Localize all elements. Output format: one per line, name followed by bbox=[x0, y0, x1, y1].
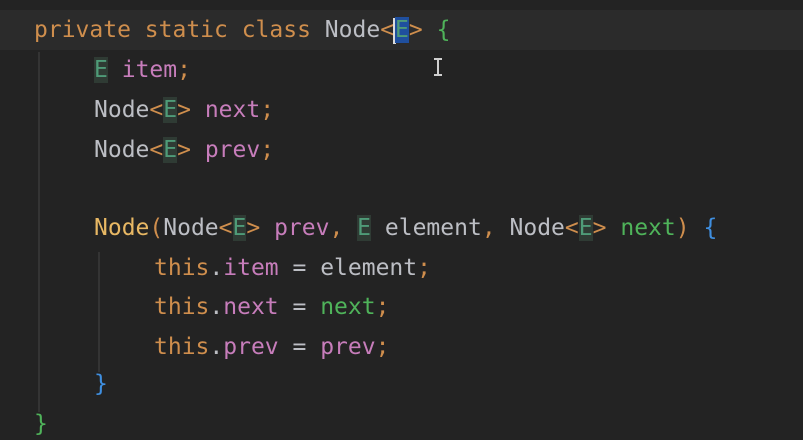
text-cursor-icon bbox=[434, 58, 444, 76]
code-token: Node bbox=[163, 215, 219, 241]
code-token: this bbox=[154, 294, 210, 320]
code-token: E bbox=[94, 57, 108, 83]
code-line-1[interactable]: private static class Node<E> { bbox=[0, 10, 450, 50]
code-token: this bbox=[154, 255, 210, 281]
code-token: prev bbox=[223, 334, 279, 360]
code-token: ; bbox=[375, 294, 390, 320]
code-token: E bbox=[163, 137, 178, 163]
code-token: ; bbox=[177, 57, 191, 83]
code-token: } bbox=[94, 371, 108, 397]
code-token: E bbox=[357, 215, 372, 241]
code-token: < bbox=[218, 215, 233, 241]
code-token: private static class bbox=[34, 17, 325, 43]
code-token: next bbox=[320, 294, 376, 320]
code-token: E bbox=[163, 97, 178, 123]
code-token: Node bbox=[94, 137, 150, 163]
code-line-6[interactable]: Node(Node<E> prev, E element, Node<E> ne… bbox=[0, 208, 717, 248]
code-token: . bbox=[209, 334, 224, 360]
code-token: ; bbox=[260, 137, 275, 163]
code-token: E bbox=[578, 215, 593, 241]
code-token: element bbox=[320, 255, 418, 281]
code-token: { bbox=[703, 215, 718, 241]
code-token: Node bbox=[94, 97, 150, 123]
code-token: , bbox=[481, 215, 510, 241]
code-token: this bbox=[154, 334, 210, 360]
code-token: , bbox=[329, 215, 358, 241]
code-token: ) bbox=[675, 215, 690, 241]
code-token: . bbox=[209, 294, 224, 320]
code-token: element bbox=[371, 215, 482, 241]
code-token: = bbox=[278, 255, 321, 281]
code-editor[interactable]: private static class Node<E> { E item; N… bbox=[0, 0, 803, 440]
code-line-7[interactable]: this.item = element; bbox=[0, 248, 431, 288]
code-token: prev bbox=[274, 215, 330, 241]
code-token: ; bbox=[375, 334, 390, 360]
selected-type-parameter: E bbox=[395, 17, 409, 43]
code-line-5[interactable] bbox=[0, 170, 94, 210]
code-token: next bbox=[620, 215, 676, 241]
code-token: . bbox=[209, 255, 224, 281]
code-token: > bbox=[177, 97, 191, 123]
code-token: ; bbox=[260, 97, 275, 123]
code-token: > bbox=[177, 137, 191, 163]
code-line-3[interactable]: Node<E> next; bbox=[0, 90, 274, 130]
code-token: prev bbox=[204, 137, 261, 163]
code-token: = bbox=[278, 294, 321, 320]
code-token: < bbox=[380, 17, 395, 43]
code-token: { bbox=[436, 17, 451, 43]
code-line-10[interactable]: } bbox=[0, 364, 108, 404]
code-token: } bbox=[34, 411, 48, 437]
code-token: < bbox=[149, 97, 164, 123]
code-token: > bbox=[408, 17, 423, 43]
code-token: = bbox=[278, 334, 321, 360]
code-token: item bbox=[223, 255, 279, 281]
code-token: ; bbox=[417, 255, 431, 281]
code-line-9[interactable]: this.prev = prev; bbox=[0, 327, 389, 367]
code-line-2[interactable]: E item; bbox=[0, 50, 191, 90]
code-line-11[interactable]: } bbox=[0, 404, 48, 440]
code-token: next bbox=[204, 97, 261, 123]
code-token: > bbox=[592, 215, 607, 241]
code-token: E bbox=[232, 215, 247, 241]
code-token: item bbox=[121, 57, 178, 83]
code-token: prev bbox=[320, 334, 376, 360]
code-token: > bbox=[246, 215, 261, 241]
code-token: next bbox=[223, 294, 279, 320]
code-line-4[interactable]: Node<E> prev; bbox=[0, 130, 274, 170]
code-token: Node bbox=[324, 17, 381, 43]
code-token: < bbox=[149, 137, 164, 163]
code-token: Node bbox=[509, 215, 565, 241]
code-token: Node bbox=[94, 215, 150, 241]
code-token: ( bbox=[149, 215, 164, 241]
code-token: < bbox=[564, 215, 579, 241]
code-line-8[interactable]: this.next = next; bbox=[0, 287, 389, 327]
